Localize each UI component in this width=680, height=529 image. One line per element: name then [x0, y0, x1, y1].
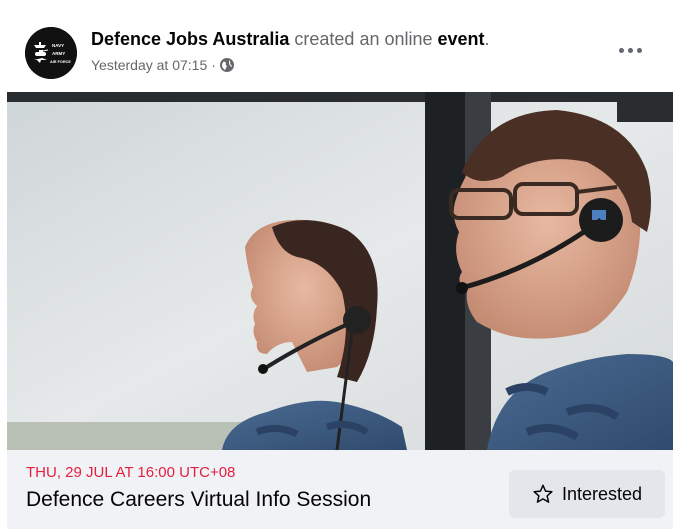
event-title[interactable]: Defence Careers Virtual Info Session: [26, 488, 371, 512]
avatar-text-army: ARMY: [52, 51, 65, 56]
cover-image: [7, 92, 673, 450]
page-name-link[interactable]: Defence Jobs Australia: [91, 29, 289, 49]
action-suffix: .: [484, 29, 490, 49]
more-dot: [636, 47, 642, 53]
page-avatar[interactable]: NAVY ARMY AIR FORCE: [25, 27, 77, 79]
globe-icon: [219, 58, 234, 72]
post-header: NAVY ARMY AIR FORCE Defence Jobs Austral…: [0, 0, 680, 92]
avatar-text-airforce: AIR FORCE: [50, 60, 71, 64]
post-timestamp[interactable]: Yesterday at 07:15: [91, 57, 207, 73]
event-cover-photo[interactable]: [7, 92, 673, 450]
star-icon: [532, 483, 554, 505]
event-date: THU, 29 JUL AT 16:00 UTC+08: [26, 464, 236, 481]
action-text: created an online: [289, 29, 438, 49]
interested-button[interactable]: Interested: [509, 470, 665, 518]
post-meta: Yesterday at 07:15 ·: [91, 57, 234, 73]
more-options-button[interactable]: [612, 38, 648, 62]
event-details-bar: THU, 29 JUL AT 16:00 UTC+08 Defence Care…: [7, 450, 673, 529]
more-dot: [618, 47, 624, 53]
interested-label: Interested: [561, 483, 643, 504]
defence-logo-icon: NAVY ARMY AIR FORCE: [25, 27, 77, 79]
more-dot: [627, 47, 633, 53]
meta-separator: ·: [211, 57, 216, 73]
facebook-event-post: NAVY ARMY AIR FORCE Defence Jobs Austral…: [0, 0, 680, 529]
post-headline: Defence Jobs Australia created an online…: [91, 29, 490, 50]
event-link[interactable]: event: [438, 29, 485, 49]
avatar-text-navy: NAVY: [52, 43, 64, 48]
